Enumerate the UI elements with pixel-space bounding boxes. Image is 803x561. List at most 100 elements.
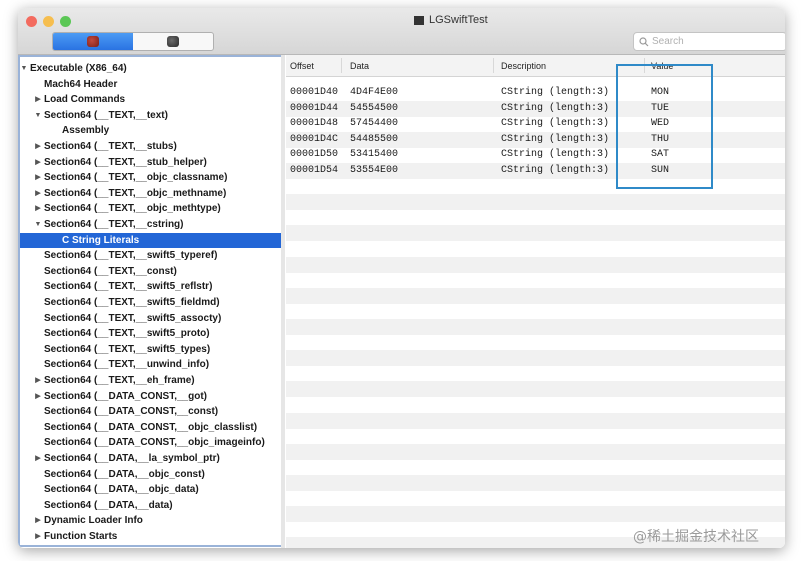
cell-description: CString (length:3) [501, 165, 610, 176]
column-header-offset[interactable]: Offset [290, 61, 314, 71]
empty-table-row [286, 428, 785, 444]
cell-data: 4D4F4E00 [350, 87, 399, 98]
disclosure-collapsed-icon[interactable]: ▶ [34, 201, 42, 216]
segment-dark-app[interactable] [133, 33, 213, 50]
cell-offset: 00001D50 [290, 149, 339, 161]
minimize-window-button[interactable] [43, 16, 54, 27]
empty-table-row [286, 225, 785, 242]
empty-table-row [286, 366, 785, 382]
sidebar-item-label: Section64 (__DATA_CONST,__got) [44, 390, 207, 402]
disclosure-collapsed-icon[interactable]: ▶ [34, 389, 42, 404]
search-field[interactable]: Search [633, 32, 785, 51]
sidebar-item-label: Section64 (__TEXT,__stub_helper) [44, 156, 207, 168]
sidebar-item-label: Function Starts [44, 531, 118, 542]
sidebar-item[interactable]: Section64 (__TEXT,__const) [20, 264, 281, 279]
cell-offset: 00001D48 [290, 118, 339, 130]
sidebar-item[interactable]: Section64 (__DATA_CONST,__objc_classlist… [20, 420, 281, 435]
disclosure-collapsed-icon[interactable]: ▶ [34, 513, 42, 528]
sidebar-item[interactable]: ▼ Section64 (__TEXT,__cstring) [20, 217, 281, 232]
split-view-divider[interactable] [281, 55, 285, 548]
sidebar-item[interactable]: ▶ Section64 (__TEXT,__objc_methname) [20, 186, 281, 201]
section-tree: ▼ Executable (X86_64) Mach64 Header ▶ Load C… [18, 55, 283, 547]
sidebar-item[interactable]: Section64 (__DATA,__objc_data) [20, 482, 281, 497]
cell-data: 57454400 [350, 118, 399, 130]
sidebar-item[interactable]: ▶ Dynamic Loader Info [20, 513, 281, 528]
sidebar-item[interactable]: ▶ Section64 (__DATA,__la_symbol_ptr) [20, 451, 281, 466]
close-window-button[interactable] [26, 16, 37, 27]
sidebar-item[interactable]: Section64 (__TEXT,__swift5_reflstr) [20, 279, 281, 294]
disclosure-expanded-icon[interactable]: ▼ [34, 108, 42, 123]
sidebar-item-label: Section64 (__DATA,__objc_const) [44, 468, 205, 480]
sidebar-item[interactable]: ▼ Executable (X86_64) [20, 61, 281, 76]
empty-table-row [286, 287, 785, 304]
sidebar-item-label: C String Literals [62, 234, 140, 246]
sidebar-item[interactable]: Section64 (__TEXT,__swift5_proto) [20, 326, 281, 341]
zoom-window-button[interactable] [60, 16, 71, 27]
sidebar-item[interactable]: Assembly [20, 123, 281, 138]
title-bar: LGSwiftTest Search [18, 8, 785, 55]
sidebar-item-label: Section64 (__DATA,__objc_data) [44, 484, 199, 496]
sidebar-item-label: Assembly [62, 125, 110, 137]
sidebar-item-label: Dynamic Loader Info [44, 515, 143, 527]
sidebar-item-label: Section64 (__TEXT,__unwind_info) [44, 359, 210, 371]
sidebar-item[interactable]: ▶ Load Commands [20, 92, 281, 107]
cell-data: 53415400 [350, 149, 399, 161]
disclosure-collapsed-icon[interactable]: ▶ [34, 186, 42, 201]
empty-table-row [286, 256, 785, 273]
sidebar-item[interactable]: Section64 (__TEXT,__swift5_fieldmd) [20, 295, 281, 310]
sidebar-item[interactable]: Mach64 Header [20, 77, 281, 92]
cell-description: CString (length:3) [501, 87, 610, 98]
disclosure-collapsed-icon[interactable]: ▶ [34, 170, 42, 185]
segment-red-app[interactable] [53, 33, 133, 50]
sidebar-item[interactable]: Section64 (__TEXT,__unwind_info) [20, 357, 281, 372]
sidebar-item-label: Mach64 Header [44, 78, 118, 90]
sidebar-item[interactable]: ▶ Section64 (__TEXT,__stub_helper) [20, 155, 281, 170]
disclosure-collapsed-icon[interactable]: ▶ [34, 529, 42, 544]
sidebar-item[interactable]: Section64 (__DATA,__data) [20, 498, 281, 513]
sidebar-item-label: Section64 (__TEXT,__swift5_proto) [44, 328, 210, 340]
app-window: LGSwiftTest Search ▼ Executable (X86_64) M… [18, 8, 785, 548]
disclosure-expanded-icon[interactable]: ▼ [20, 61, 28, 76]
sidebar-item[interactable]: ▶ Function Starts [20, 529, 281, 544]
empty-table-row [286, 335, 785, 351]
empty-table-row [286, 241, 785, 257]
sidebar-item-label: Section64 (__TEXT,__swift5_assocty) [44, 312, 222, 324]
sidebar-item[interactable]: C String Literals [20, 232, 281, 248]
sidebar-item[interactable]: ▶ Section64 (__TEXT,__eh_frame) [20, 373, 281, 388]
sidebar-item[interactable]: Section64 (__DATA_CONST,__objc_imageinfo… [20, 435, 281, 450]
sidebar-item[interactable]: Section64 (__TEXT,__swift5_typeref) [20, 248, 281, 263]
sidebar-item[interactable]: Section64 (__TEXT,__swift5_types) [20, 342, 281, 357]
empty-table-row [286, 491, 785, 507]
cell-data: 53554E00 [350, 165, 399, 176]
cell-description: CString (length:3) [501, 133, 610, 145]
disclosure-collapsed-icon[interactable]: ▶ [34, 139, 42, 154]
watermark-text: @稀土掘金技术社区 [633, 529, 759, 545]
disclosure-collapsed-icon[interactable]: ▶ [34, 155, 42, 170]
empty-table-row [286, 319, 785, 335]
sidebar-item[interactable]: ▶ Section64 (__TEXT,__objc_classname) [20, 170, 281, 185]
view-segmented-control [52, 32, 214, 51]
sidebar-item-label: Section64 (__DATA_CONST,__objc_classlist… [44, 421, 258, 433]
sidebar-item[interactable]: ▶ Section64 (__TEXT,__objc_methtype) [20, 201, 281, 216]
disclosure-expanded-icon[interactable]: ▼ [34, 217, 42, 232]
cell-data: 54554500 [350, 102, 399, 114]
cell-offset: 00001D4C [290, 133, 339, 145]
sidebar-item[interactable]: Section64 (__DATA,__objc_const) [20, 467, 281, 482]
column-header-description[interactable]: Description [501, 61, 546, 71]
disclosure-collapsed-icon[interactable]: ▶ [34, 92, 42, 107]
column-header-data[interactable]: Data [350, 61, 369, 71]
sidebar-item-label: Section64 (__TEXT,__eh_frame) [44, 375, 195, 386]
sidebar-item[interactable]: Section64 (__DATA_CONST,__const) [20, 404, 281, 419]
disclosure-collapsed-icon[interactable]: ▶ [34, 373, 42, 388]
cell-offset: 00001D44 [290, 102, 339, 114]
window-title: LGSwiftTest [414, 14, 488, 26]
disclosure-collapsed-icon[interactable]: ▶ [34, 451, 42, 466]
sidebar-item[interactable]: ▶ Section64 (__DATA_CONST,__got) [20, 389, 281, 404]
empty-table-row [286, 475, 785, 491]
sidebar-item-label: Section64 (__TEXT,__text) [44, 109, 168, 121]
sidebar-item[interactable]: Section64 (__TEXT,__swift5_assocty) [20, 311, 281, 326]
sidebar-item-label: Executable (X86_64) [30, 63, 127, 74]
sidebar-item[interactable]: ▼ Section64 (__TEXT,__text) [20, 108, 281, 123]
sidebar-item-label: Section64 (__TEXT,__stubs) [44, 141, 177, 152]
sidebar-item[interactable]: ▶ Section64 (__TEXT,__stubs) [20, 139, 281, 154]
